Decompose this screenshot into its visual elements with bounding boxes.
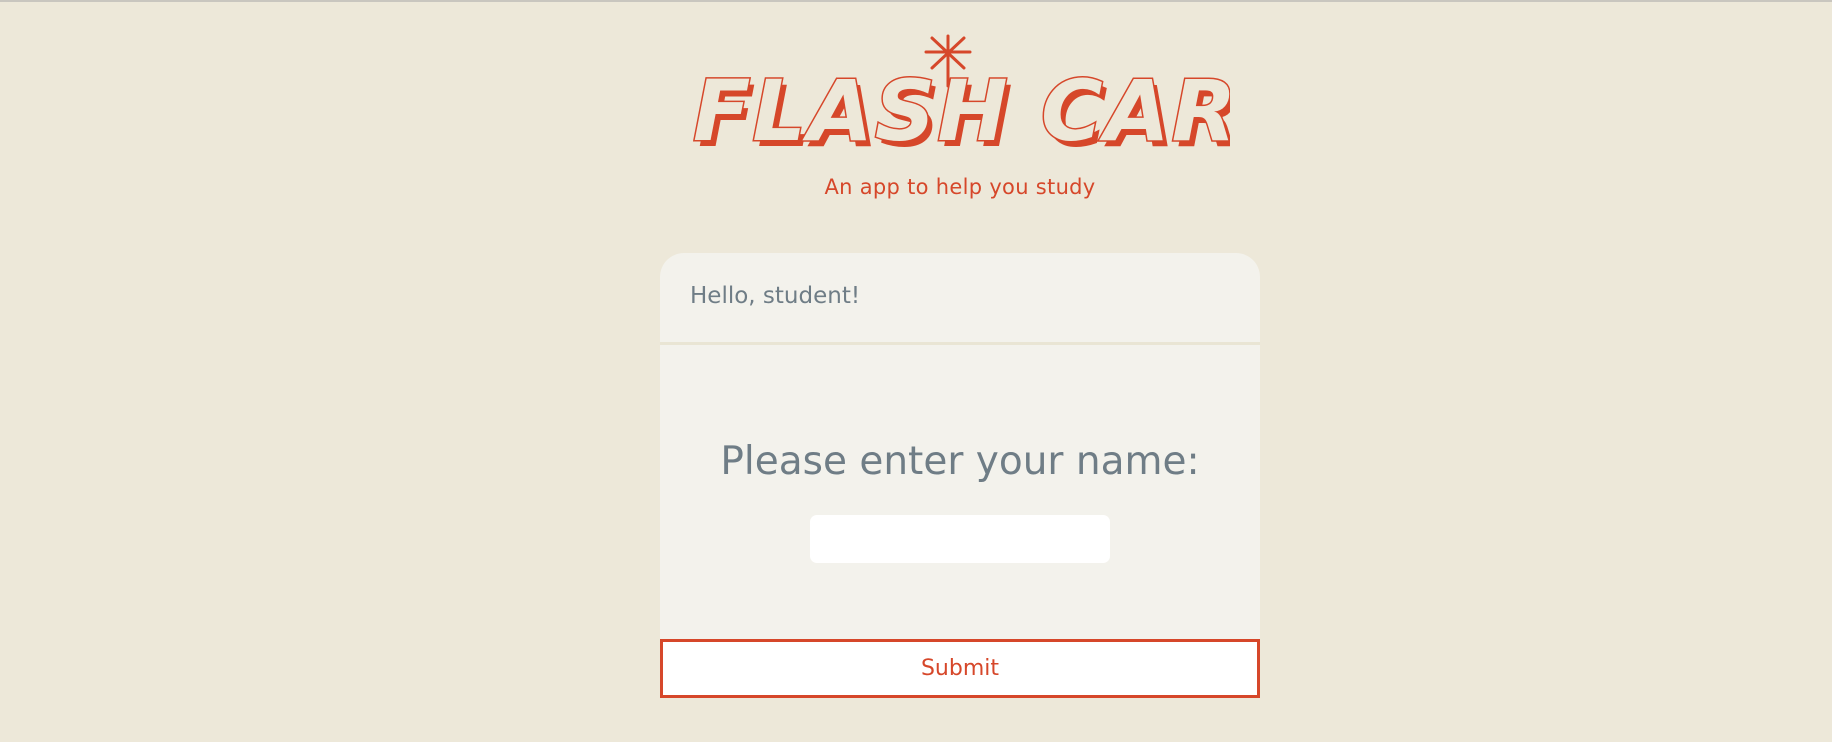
name-prompt: Please enter your name: xyxy=(720,439,1200,484)
name-input[interactable] xyxy=(810,515,1110,563)
top-border xyxy=(0,0,1832,2)
flash-cards-logo: FLASH CARDS FLASH CARDS xyxy=(690,28,1230,158)
name-entry-card: Hello, student! Please enter your name: … xyxy=(660,253,1260,698)
greeting-text: Hello, student! xyxy=(690,283,861,309)
logo-text: FLASH CARDS xyxy=(693,62,1230,158)
logo-graphic: FLASH CARDS FLASH CARDS xyxy=(692,34,1230,158)
card-header: Hello, student! xyxy=(660,253,1260,345)
submit-button[interactable]: Submit xyxy=(660,639,1260,698)
app-subtitle: An app to help you study xyxy=(824,175,1096,199)
